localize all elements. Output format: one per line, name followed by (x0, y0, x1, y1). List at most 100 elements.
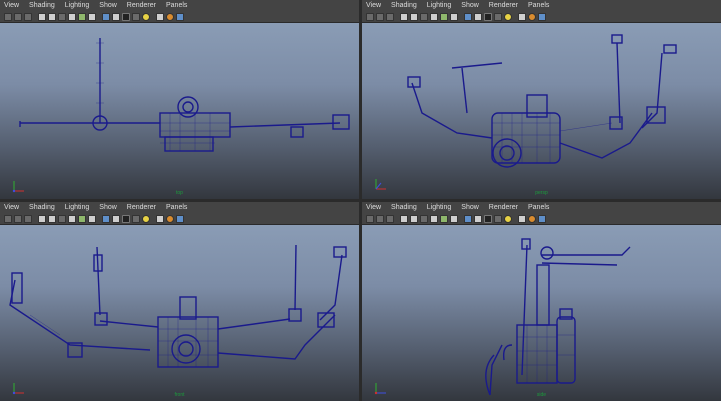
grid-icon[interactable] (410, 12, 418, 21)
film-gate-icon[interactable] (58, 214, 66, 223)
menu-shading[interactable]: Shading (29, 2, 55, 9)
viewport-canvas[interactable]: top (0, 23, 359, 199)
menu-shading[interactable]: Shading (29, 204, 55, 211)
menu-view[interactable]: View (4, 204, 19, 211)
safe-action-icon[interactable] (78, 214, 86, 223)
menu-renderer[interactable]: Renderer (489, 2, 518, 9)
light-icon[interactable] (504, 12, 512, 21)
viewport-panel-front[interactable]: View Shading Lighting Show Renderer Pane… (0, 202, 359, 401)
smooth-shade-icon[interactable] (112, 214, 120, 223)
xray-icon[interactable] (528, 12, 536, 21)
image-plane-icon[interactable] (400, 12, 408, 21)
menu-panels[interactable]: Panels (528, 2, 549, 9)
xray-icon[interactable] (528, 214, 536, 223)
film-gate-icon[interactable] (420, 12, 428, 21)
select-camera-icon[interactable] (4, 214, 12, 223)
film-gate-icon[interactable] (58, 12, 66, 21)
menu-lighting[interactable]: Lighting (65, 2, 90, 9)
viewport-panel-persp[interactable]: View Shading Lighting Show Renderer Pane… (362, 0, 721, 199)
menu-renderer[interactable]: Renderer (489, 204, 518, 211)
menu-view[interactable]: View (366, 204, 381, 211)
menu-panels[interactable]: Panels (528, 204, 549, 211)
light-icon[interactable] (142, 12, 150, 21)
menu-renderer[interactable]: Renderer (127, 2, 156, 9)
viewport-panel-top[interactable]: View Shading Lighting Show Renderer Pane… (0, 0, 359, 199)
safe-title-icon[interactable] (88, 12, 96, 21)
shadow-icon[interactable] (518, 12, 526, 21)
smooth-shade-icon[interactable] (112, 12, 120, 21)
viewport-canvas[interactable]: side (362, 225, 721, 401)
menu-show[interactable]: Show (99, 2, 117, 9)
bookmark-icon[interactable] (24, 214, 32, 223)
select-camera-icon[interactable] (366, 12, 374, 21)
shadow-icon[interactable] (156, 214, 164, 223)
viewport-canvas[interactable]: persp (362, 23, 721, 199)
texture-icon[interactable] (494, 12, 502, 21)
menu-view[interactable]: View (4, 2, 19, 9)
menu-show[interactable]: Show (99, 204, 117, 211)
lock-camera-icon[interactable] (14, 214, 22, 223)
safe-title-icon[interactable] (450, 214, 458, 223)
bookmark-icon[interactable] (386, 12, 394, 21)
menu-shading[interactable]: Shading (391, 2, 417, 9)
wireframe-icon[interactable] (102, 214, 110, 223)
isolate-icon[interactable] (176, 214, 184, 223)
lock-camera-icon[interactable] (376, 12, 384, 21)
menu-lighting[interactable]: Lighting (65, 204, 90, 211)
xray-icon[interactable] (166, 12, 174, 21)
xray-icon[interactable] (166, 214, 174, 223)
safe-action-icon[interactable] (78, 12, 86, 21)
bounding-box-icon[interactable] (484, 214, 492, 223)
menu-lighting[interactable]: Lighting (427, 2, 452, 9)
viewport-panel-side[interactable]: View Shading Lighting Show Renderer Pane… (362, 202, 721, 401)
bounding-box-icon[interactable] (484, 12, 492, 21)
light-icon[interactable] (142, 214, 150, 223)
grid-icon[interactable] (48, 214, 56, 223)
texture-icon[interactable] (132, 214, 140, 223)
isolate-icon[interactable] (538, 12, 546, 21)
light-icon[interactable] (504, 214, 512, 223)
menu-show[interactable]: Show (461, 2, 479, 9)
select-camera-icon[interactable] (4, 12, 12, 21)
safe-action-icon[interactable] (440, 214, 448, 223)
smooth-shade-icon[interactable] (474, 12, 482, 21)
shadow-icon[interactable] (518, 214, 526, 223)
bookmark-icon[interactable] (24, 12, 32, 21)
image-plane-icon[interactable] (38, 214, 46, 223)
lock-camera-icon[interactable] (376, 214, 384, 223)
image-plane-icon[interactable] (400, 214, 408, 223)
wireframe-icon[interactable] (464, 12, 472, 21)
texture-icon[interactable] (132, 12, 140, 21)
viewport-canvas[interactable]: front (0, 225, 359, 401)
menu-lighting[interactable]: Lighting (427, 204, 452, 211)
grid-icon[interactable] (48, 12, 56, 21)
resolution-gate-icon[interactable] (68, 12, 76, 21)
safe-title-icon[interactable] (450, 12, 458, 21)
grid-icon[interactable] (410, 214, 418, 223)
smooth-shade-icon[interactable] (474, 214, 482, 223)
resolution-gate-icon[interactable] (68, 214, 76, 223)
menu-show[interactable]: Show (461, 204, 479, 211)
shadow-icon[interactable] (156, 12, 164, 21)
texture-icon[interactable] (494, 214, 502, 223)
isolate-icon[interactable] (538, 214, 546, 223)
resolution-gate-icon[interactable] (430, 214, 438, 223)
safe-action-icon[interactable] (440, 12, 448, 21)
image-plane-icon[interactable] (38, 12, 46, 21)
menu-shading[interactable]: Shading (391, 204, 417, 211)
wireframe-icon[interactable] (102, 12, 110, 21)
bounding-box-icon[interactable] (122, 12, 130, 21)
bounding-box-icon[interactable] (122, 214, 130, 223)
wireframe-icon[interactable] (464, 214, 472, 223)
isolate-icon[interactable] (176, 12, 184, 21)
safe-title-icon[interactable] (88, 214, 96, 223)
lock-camera-icon[interactable] (14, 12, 22, 21)
menu-panels[interactable]: Panels (166, 204, 187, 211)
resolution-gate-icon[interactable] (430, 12, 438, 21)
bookmark-icon[interactable] (386, 214, 394, 223)
menu-panels[interactable]: Panels (166, 2, 187, 9)
film-gate-icon[interactable] (420, 214, 428, 223)
select-camera-icon[interactable] (366, 214, 374, 223)
menu-view[interactable]: View (366, 2, 381, 9)
menu-renderer[interactable]: Renderer (127, 204, 156, 211)
